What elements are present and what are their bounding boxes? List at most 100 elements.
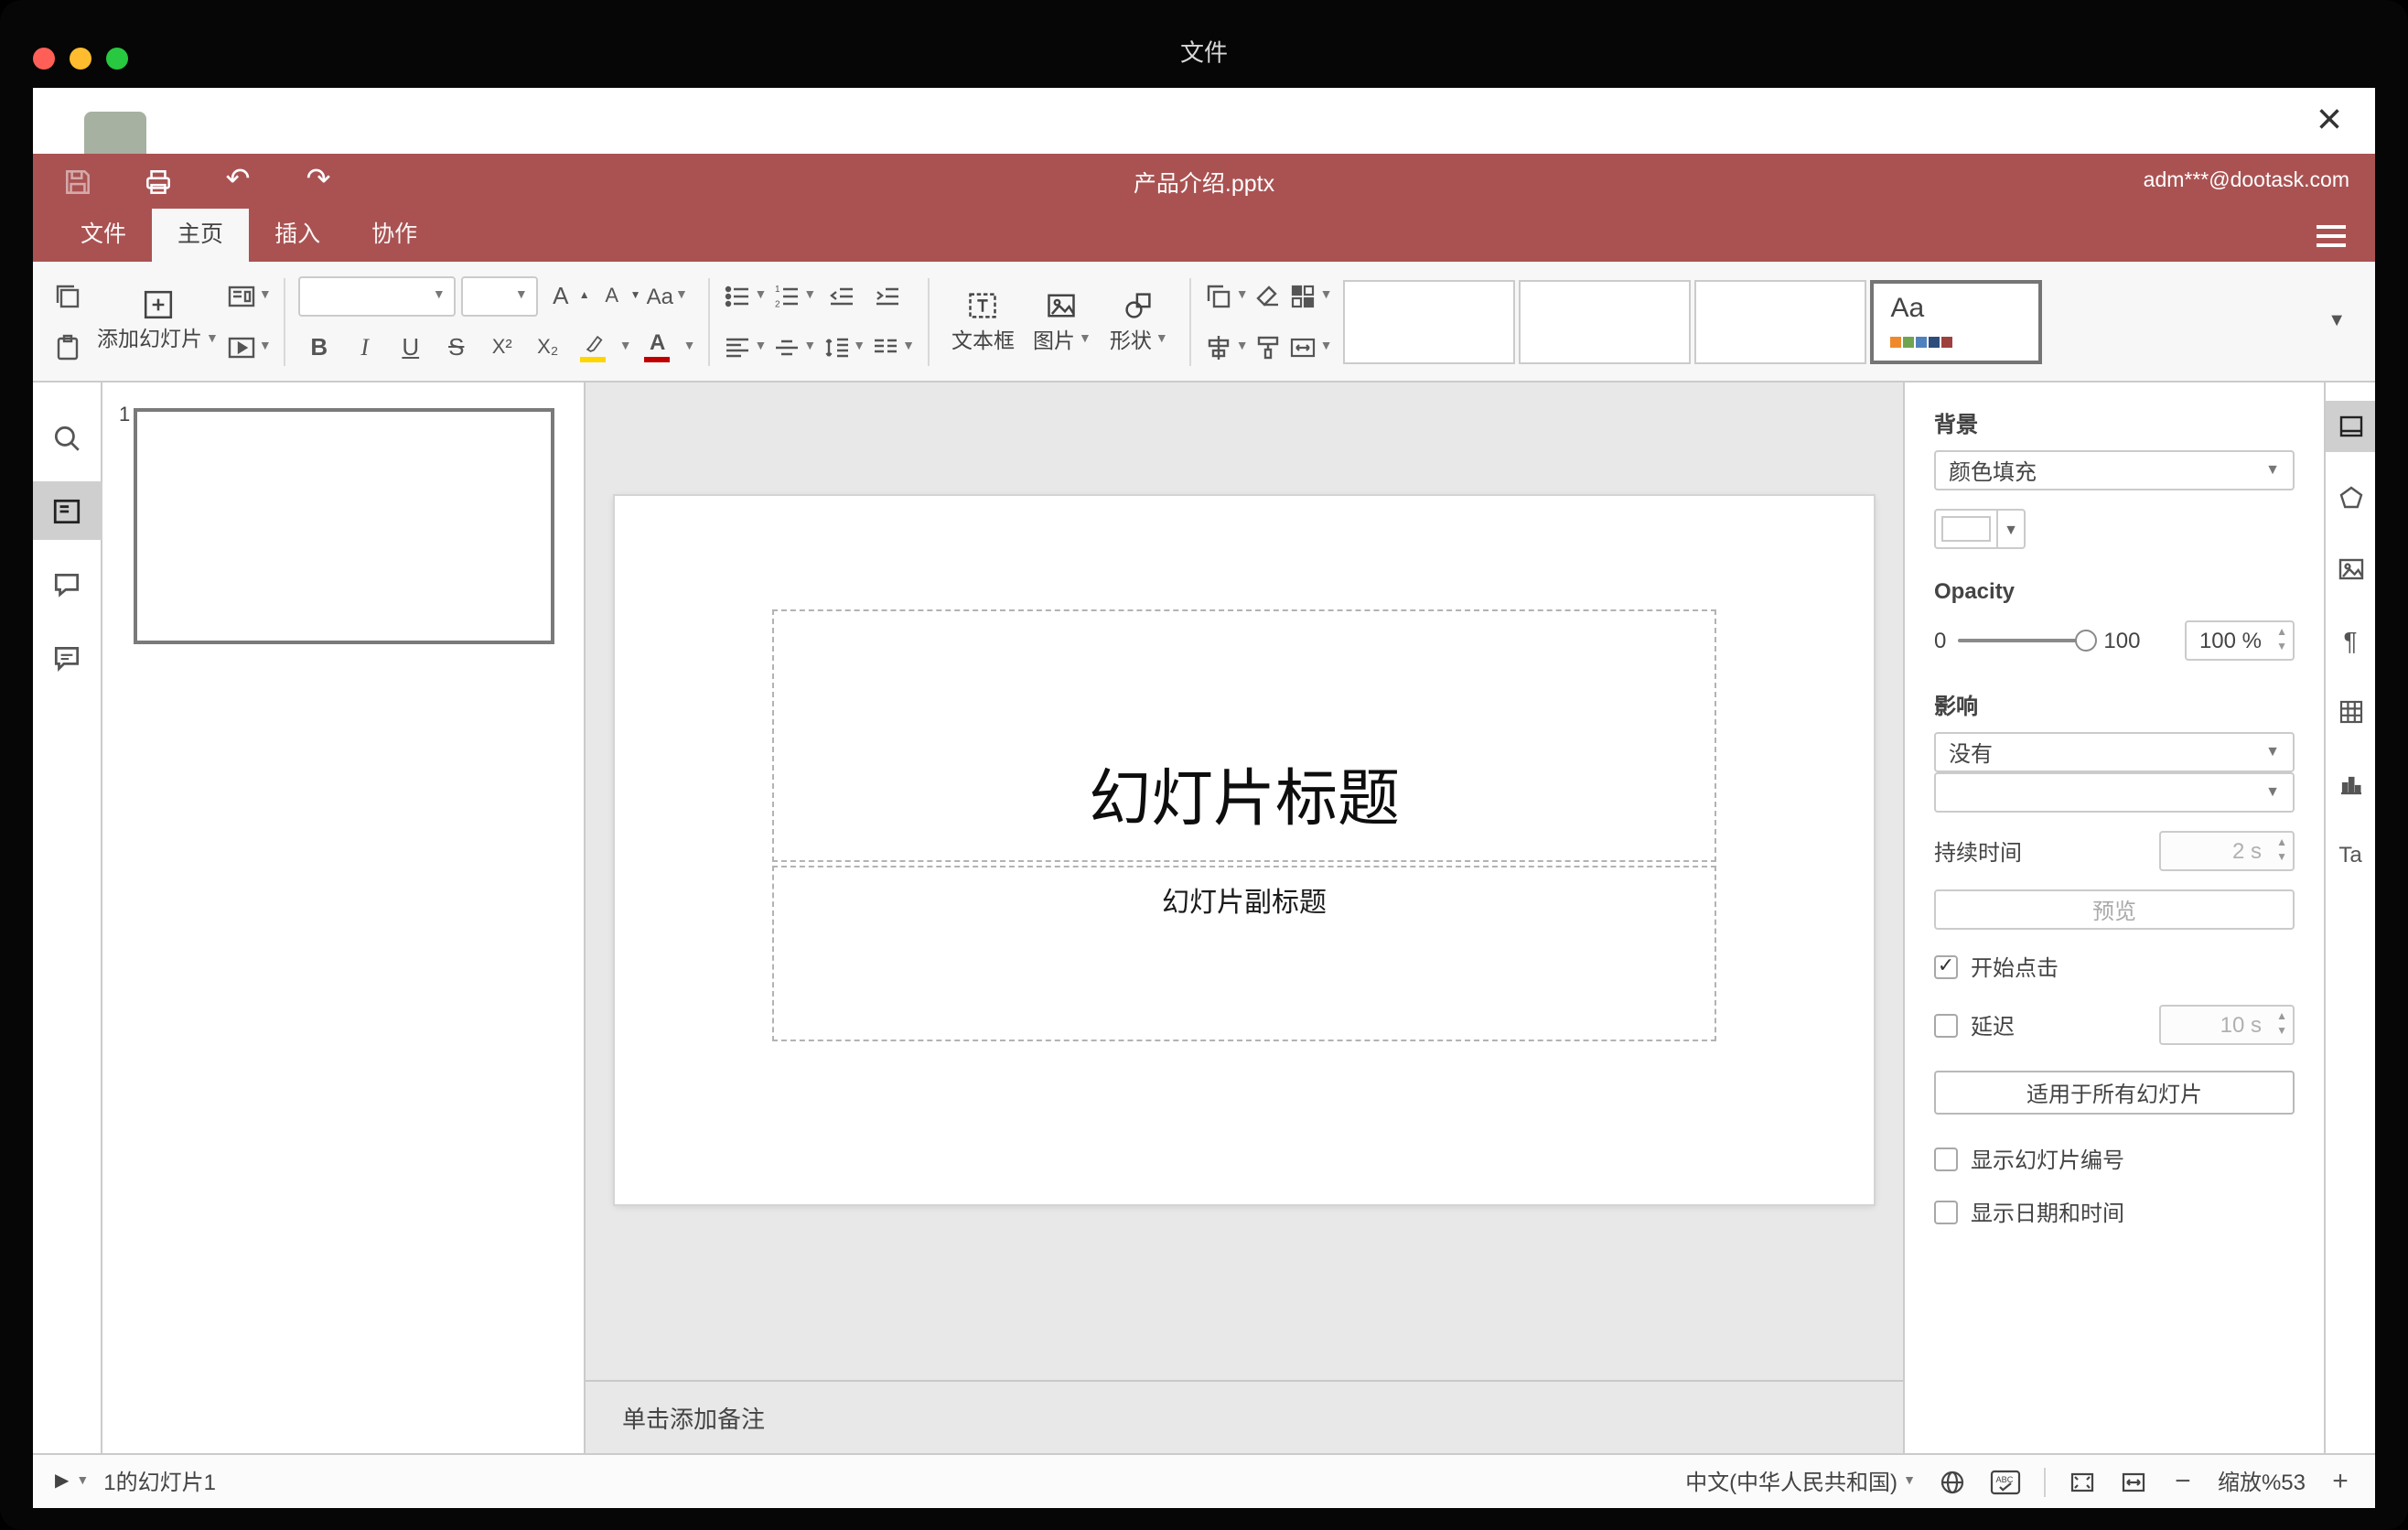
background-fill-select[interactable]: 颜色填充 ▼ xyxy=(1934,450,2295,490)
start-slideshow-button[interactable]: ▼ xyxy=(228,327,272,367)
close-traffic-light[interactable] xyxy=(33,48,55,70)
spinner-up-icon[interactable]: ▲ xyxy=(2276,836,2287,851)
paste-button[interactable] xyxy=(48,327,88,367)
slideshow-icon xyxy=(229,336,256,358)
arrange-shape-button[interactable]: ▼ xyxy=(1205,275,1249,316)
notes-area[interactable]: 单击添加备注 xyxy=(586,1380,1903,1453)
insert-shape-button[interactable]: 形状 ▼ xyxy=(1101,288,1177,354)
save-button[interactable] xyxy=(59,163,95,199)
strikethrough-button[interactable]: S xyxy=(436,327,477,367)
document-language-button[interactable] xyxy=(1938,1467,1967,1496)
change-case-button[interactable]: Aa ▼ xyxy=(647,275,688,316)
spinner-up-icon[interactable]: ▲ xyxy=(2276,626,2287,641)
table-settings-button[interactable] xyxy=(2325,686,2375,738)
slide-title-placeholder[interactable]: 幻灯片标题 xyxy=(772,609,1716,862)
spinner-up-icon[interactable]: ▲ xyxy=(2276,1010,2287,1025)
underline-button[interactable]: U xyxy=(391,327,431,367)
comments-button[interactable] xyxy=(33,555,102,613)
increase-indent-button[interactable] xyxy=(867,275,908,316)
highlight-color-button[interactable] xyxy=(574,327,614,367)
delay-checkbox[interactable] xyxy=(1934,1013,1958,1037)
minimize-traffic-light[interactable] xyxy=(70,48,91,70)
copy-button[interactable] xyxy=(48,275,88,316)
effect-type-select[interactable]: ▼ xyxy=(1934,772,2295,813)
search-button[interactable] xyxy=(33,408,102,467)
slides-panel-button[interactable] xyxy=(33,481,102,540)
italic-button[interactable]: I xyxy=(345,327,385,367)
paragraph-settings-button[interactable]: ¶ xyxy=(2325,615,2375,666)
slide-settings-button[interactable] xyxy=(2325,401,2375,452)
numbering-button[interactable]: 12 ▼ xyxy=(772,275,816,316)
tab-file[interactable]: 文件 xyxy=(55,209,152,262)
slide-size-button[interactable]: ▼ xyxy=(1289,327,1333,367)
spellcheck-button[interactable]: ABC xyxy=(1989,1467,2022,1496)
zoom-traffic-light[interactable] xyxy=(106,48,128,70)
insert-textbox-button[interactable]: 文本框 xyxy=(942,288,1024,354)
duration-spinbox[interactable]: 2 s ▲ ▼ xyxy=(2159,831,2295,871)
spinner-down-icon[interactable]: ▼ xyxy=(2276,1025,2287,1040)
decrease-font-size-button[interactable]: A ▼ xyxy=(596,275,640,316)
print-button[interactable] xyxy=(139,163,176,199)
theme-tile[interactable] xyxy=(1343,279,1516,363)
slide-layout-button[interactable]: ▼ xyxy=(228,275,272,316)
slide[interactable]: 幻灯片标题 幻灯片副标题 xyxy=(615,496,1874,1204)
horizontal-align-button[interactable]: ▼ xyxy=(724,327,767,367)
show-slide-number-checkbox[interactable] xyxy=(1934,1148,1958,1171)
vertical-align-button[interactable]: ▼ xyxy=(772,327,816,367)
fit-width-button[interactable] xyxy=(2119,1467,2148,1496)
theme-tile[interactable] xyxy=(1694,279,1867,363)
close-icon[interactable]: × xyxy=(2317,88,2342,154)
shape-settings-button[interactable] xyxy=(2325,472,2375,523)
spinner-down-icon[interactable]: ▼ xyxy=(2276,641,2287,655)
increase-font-size-button[interactable]: A ▲ xyxy=(544,275,590,316)
preview-button[interactable]: 预览 xyxy=(1934,889,2295,930)
textart-settings-button[interactable]: Ta xyxy=(2325,829,2375,880)
menu-icon[interactable] xyxy=(2317,225,2346,253)
delay-spinbox[interactable]: 10 s ▲ ▼ xyxy=(2159,1005,2295,1045)
chat-button[interactable] xyxy=(33,628,102,686)
slide-thumbnail[interactable] xyxy=(134,408,554,644)
fill-color-picker[interactable]: ▼ xyxy=(1934,509,2026,549)
opacity-slider[interactable] xyxy=(1957,630,2097,652)
theme-tile[interactable] xyxy=(1519,279,1692,363)
font-color-button[interactable]: A xyxy=(638,327,678,367)
chart-settings-button[interactable] xyxy=(2325,758,2375,809)
tab-collaboration[interactable]: 协作 xyxy=(346,209,443,262)
apply-to-all-slides-button[interactable]: 适用于所有幻灯片 xyxy=(1934,1071,2295,1115)
theme-tile-selected[interactable]: Aa xyxy=(1870,279,2043,363)
fit-slide-button[interactable] xyxy=(2068,1467,2097,1496)
chevron-down-icon: ▼ xyxy=(754,289,768,302)
show-date-checkbox[interactable] xyxy=(1934,1201,1958,1224)
spinner-down-icon[interactable]: ▼ xyxy=(2276,851,2287,866)
font-size-select[interactable]: ▼ xyxy=(461,275,539,316)
slide-subtitle-placeholder[interactable]: 幻灯片副标题 xyxy=(772,866,1716,1041)
align-shape-button[interactable]: ▼ xyxy=(1205,327,1249,367)
start-on-click-checkbox[interactable]: ✓ xyxy=(1934,955,1958,979)
language-selector[interactable]: 中文(中华人民共和国) ▼ xyxy=(1685,1466,1916,1497)
redo-button[interactable]: ↷ xyxy=(300,163,337,199)
zoom-out-button[interactable]: − xyxy=(2170,1466,2196,1497)
opacity-spinbox[interactable]: 100 % ▲ ▼ xyxy=(2185,620,2295,661)
line-spacing-button[interactable]: ▼ xyxy=(822,327,865,367)
font-name-select[interactable]: ▼ xyxy=(298,275,457,316)
add-slide-button[interactable]: 添加幻灯片 ▼ xyxy=(88,289,228,353)
effect-select[interactable]: 没有 ▼ xyxy=(1934,732,2295,772)
clear-style-button[interactable] xyxy=(1249,275,1289,316)
image-settings-button[interactable] xyxy=(2325,544,2375,595)
start-slideshow-status-button[interactable]: ▶ ▼ xyxy=(55,1471,89,1492)
undo-button[interactable]: ↶ xyxy=(220,163,256,199)
bold-button[interactable]: B xyxy=(299,327,339,367)
bullets-button[interactable]: ▼ xyxy=(724,275,768,316)
copy-style-button[interactable] xyxy=(1249,327,1289,367)
tab-home[interactable]: 主页 xyxy=(152,209,250,262)
superscript-button[interactable]: X² xyxy=(482,327,522,367)
subscript-button[interactable]: X₂ xyxy=(528,327,568,367)
opacity-slider-knob[interactable] xyxy=(2074,630,2097,652)
gallery-expand-icon[interactable]: ▼ xyxy=(2313,311,2360,331)
color-scheme-button[interactable]: ▼ xyxy=(1289,275,1333,316)
insert-image-button[interactable]: 图片 ▼ xyxy=(1024,288,1101,354)
zoom-in-button[interactable]: + xyxy=(2327,1466,2353,1497)
tab-insert[interactable]: 插入 xyxy=(249,209,346,262)
decrease-indent-button[interactable] xyxy=(822,275,862,316)
columns-button[interactable]: ▼ xyxy=(871,327,915,367)
